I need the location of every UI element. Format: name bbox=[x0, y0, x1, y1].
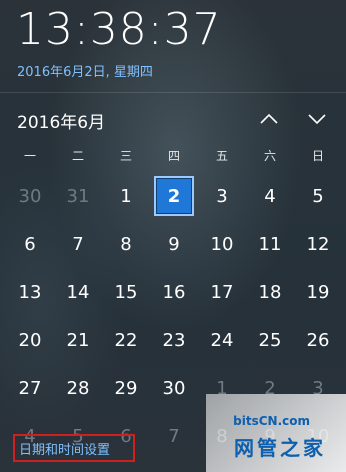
calendar-day[interactable]: 18 bbox=[246, 268, 294, 316]
calendar-day[interactable]: 4 bbox=[246, 172, 294, 220]
calendar-day[interactable]: 23 bbox=[150, 316, 198, 364]
calendar-day[interactable]: 26 bbox=[294, 316, 342, 364]
calendar-day[interactable]: 17 bbox=[198, 268, 246, 316]
calendar-day[interactable]: 15 bbox=[102, 268, 150, 316]
full-date-link[interactable]: 2016年6月2日, 星期四 bbox=[17, 61, 153, 80]
calendar-day[interactable]: 13 bbox=[6, 268, 54, 316]
weekday-label: 四 bbox=[167, 149, 180, 163]
calendar-day[interactable]: 21 bbox=[54, 316, 102, 364]
calendar-day[interactable]: 7 bbox=[54, 220, 102, 268]
calendar-day[interactable]: 27 bbox=[6, 364, 54, 412]
calendar-day[interactable]: 22 bbox=[102, 316, 150, 364]
calendar-day[interactable]: 31 bbox=[54, 172, 102, 220]
date-time-settings-link[interactable]: 日期和时间设置 bbox=[13, 434, 135, 462]
calendar-day[interactable]: 20 bbox=[6, 316, 54, 364]
calendar-day[interactable]: 19 bbox=[294, 268, 342, 316]
calendar-day[interactable]: 8 bbox=[102, 220, 150, 268]
calendar-day[interactable]: 29 bbox=[102, 364, 150, 412]
calendar-day[interactable]: 28 bbox=[54, 364, 102, 412]
divider bbox=[0, 92, 346, 93]
chevron-up-icon bbox=[260, 113, 278, 124]
calendar-day[interactable]: 1 bbox=[102, 172, 150, 220]
watermark-name: 网管之家 bbox=[234, 436, 326, 460]
previous-month-button[interactable] bbox=[258, 108, 280, 130]
weekday-header: 一 二 三 四 五 六 日 bbox=[6, 147, 342, 164]
weekday-label: 一 bbox=[23, 149, 36, 163]
calendar-day[interactable]: 24 bbox=[198, 316, 246, 364]
weekday-label: 三 bbox=[119, 149, 132, 163]
calendar-day[interactable]: 5 bbox=[294, 172, 342, 220]
weekday-label: 六 bbox=[263, 149, 276, 163]
calendar-day[interactable]: 6 bbox=[6, 220, 54, 268]
calendar-day[interactable]: 10 bbox=[198, 220, 246, 268]
weekday-label: 二 bbox=[71, 149, 84, 163]
calendar-day[interactable]: 11 bbox=[246, 220, 294, 268]
calendar-day[interactable]: 14 bbox=[54, 268, 102, 316]
chevron-down-icon bbox=[308, 114, 326, 125]
calendar-day[interactable]: 16 bbox=[150, 268, 198, 316]
calendar-day[interactable]: 25 bbox=[246, 316, 294, 364]
month-title[interactable]: 2016年6月 bbox=[17, 108, 105, 133]
calendar-day[interactable]: 7 bbox=[150, 412, 198, 460]
weekday-label: 日 bbox=[311, 149, 324, 163]
calendar-day[interactable]: 30 bbox=[150, 364, 198, 412]
clock-time: 13:38:37 bbox=[16, 4, 222, 55]
watermark-site: bitsCN.com bbox=[233, 414, 310, 428]
calendar-day[interactable]: 12 bbox=[294, 220, 342, 268]
calendar-day[interactable]: 3 bbox=[198, 172, 246, 220]
calendar-day[interactable]: 9 bbox=[150, 220, 198, 268]
weekday-label: 五 bbox=[215, 149, 228, 163]
next-month-button[interactable] bbox=[306, 108, 328, 130]
date-time-settings-label: 日期和时间设置 bbox=[19, 442, 111, 458]
calendar-day[interactable]: 30 bbox=[6, 172, 54, 220]
calendar-day-today[interactable]: 2 bbox=[154, 176, 194, 216]
